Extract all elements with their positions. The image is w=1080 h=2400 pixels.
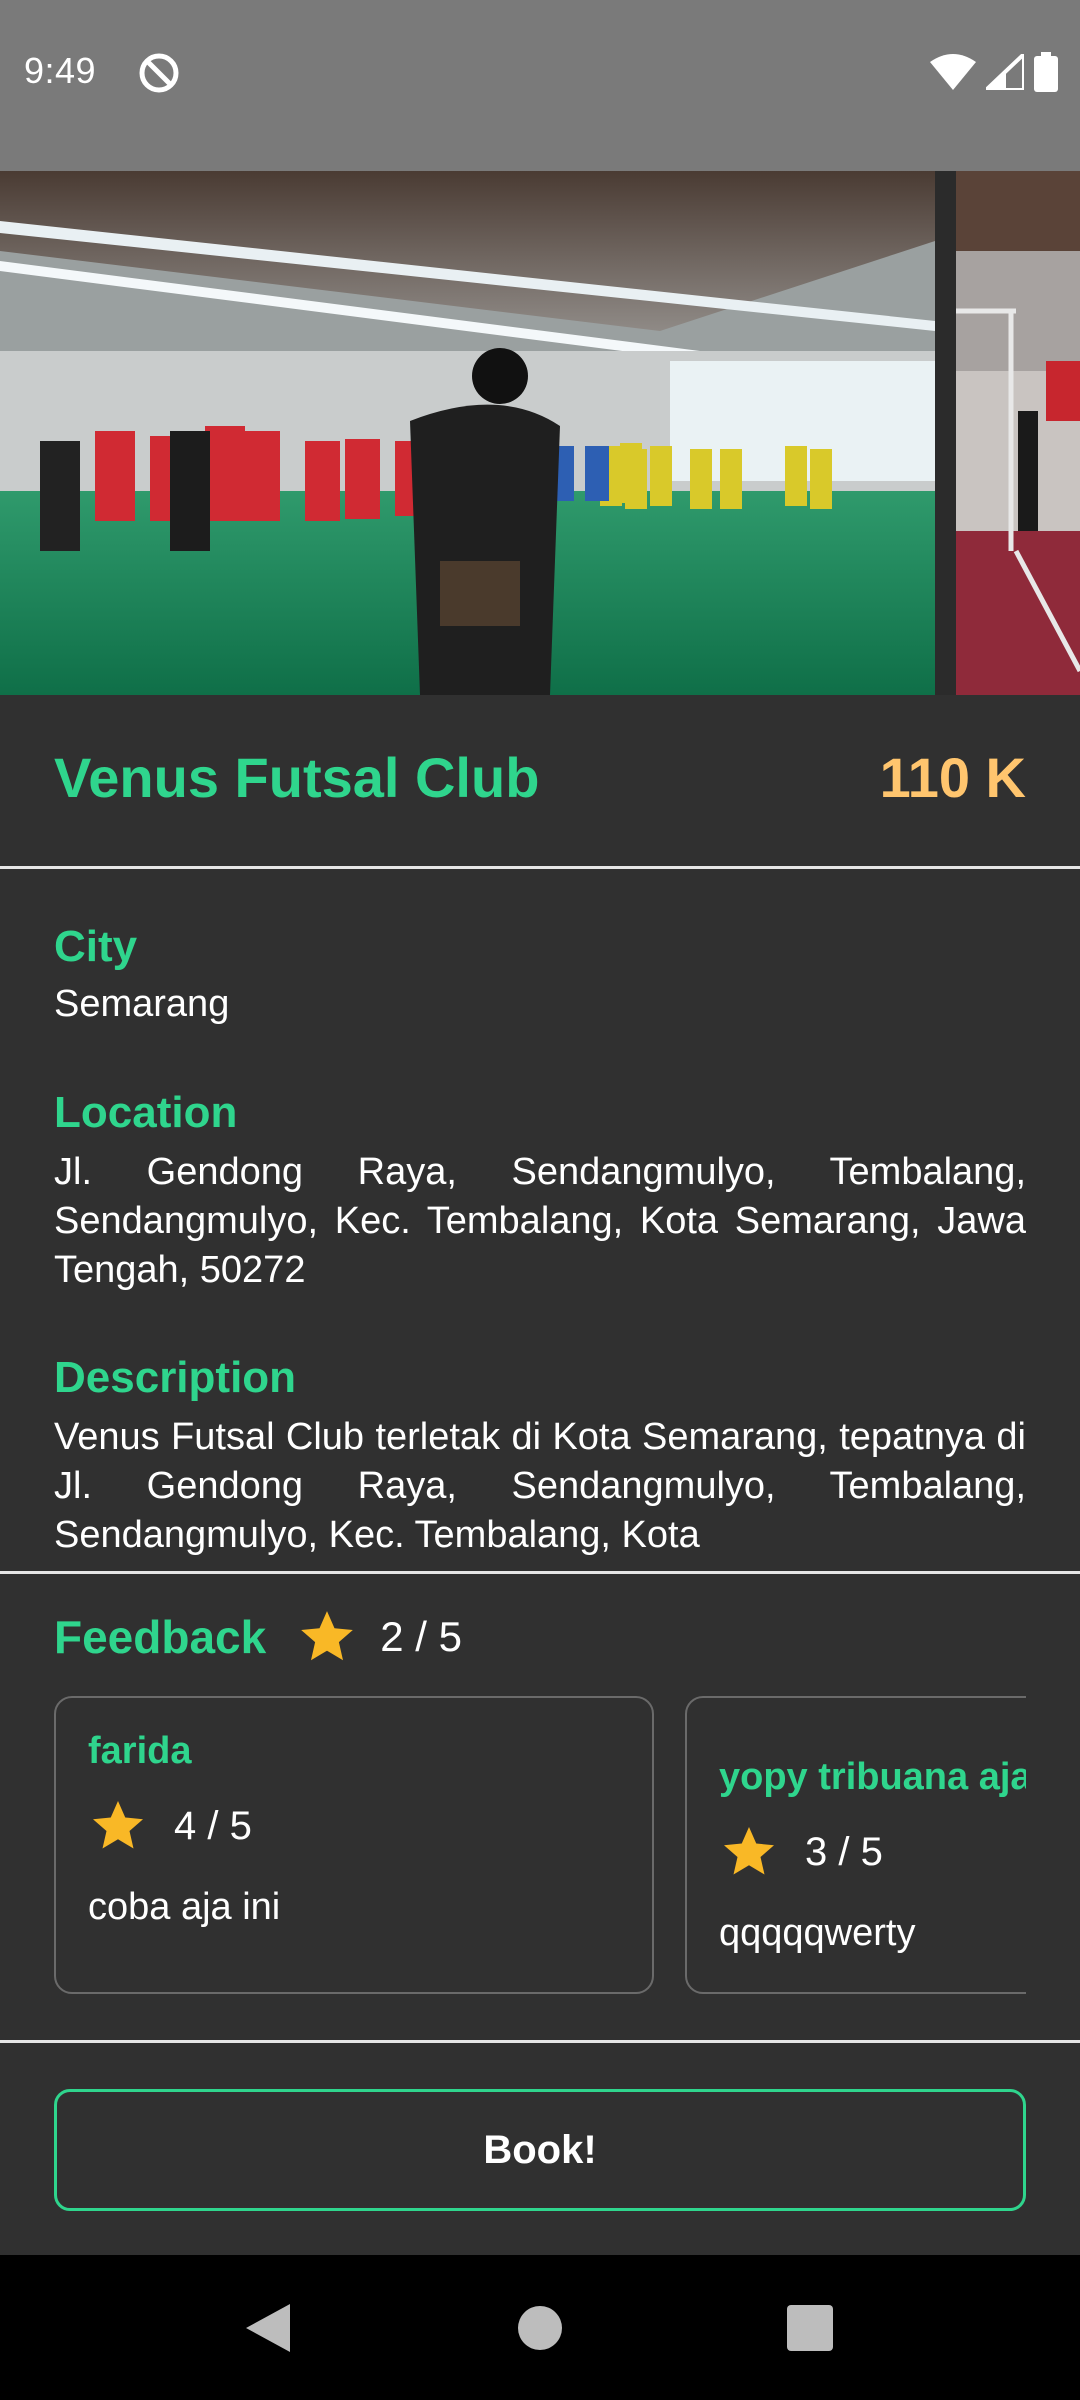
feedback-header: Feedback 2 / 5 <box>54 1605 462 1669</box>
city-value: Semarang <box>54 983 230 1025</box>
star-icon <box>301 1611 354 1661</box>
futsal-hall-photo[interactable] <box>0 171 935 695</box>
do-not-disturb-icon <box>139 53 179 93</box>
review-rating: 4 / 5 <box>88 1796 252 1856</box>
home-icon <box>518 2305 562 2350</box>
review-card[interactable]: farida 4 / 5 coba aja ini <box>54 1696 654 1994</box>
review-text: coba aja ini <box>88 1886 281 1928</box>
header-divider <box>0 866 1080 869</box>
nav-home-button[interactable] <box>480 2255 600 2400</box>
details-divider <box>0 1571 1080 1574</box>
venue-details[interactable]: City Semarang Location Jl. Gendong Raya,… <box>54 870 1026 1570</box>
description-label: Description <box>54 1353 297 1402</box>
feedback-average-rating: 2 / 5 <box>380 1613 462 1660</box>
review-list[interactable]: farida 4 / 5 coba aja ini yopy tribuana … <box>54 1696 1026 1996</box>
wifi-icon <box>930 54 976 90</box>
futsal-hall-image <box>0 171 935 695</box>
star-icon <box>93 1801 143 1849</box>
photo-gallery[interactable] <box>0 171 1080 695</box>
review-rating: 3 / 5 <box>719 1822 883 1882</box>
futsal-goal-image <box>956 171 1080 695</box>
venue-header: Venus Futsal Club 110 K <box>0 695 1080 867</box>
book-button[interactable]: Book! <box>54 2089 1026 2211</box>
location-value: Jl. Gendong Raya, Sendangmulyo, Tembalan… <box>54 1151 1026 1291</box>
nav-back-button[interactable] <box>208 2255 328 2400</box>
status-time: 9:49 <box>24 50 97 91</box>
review-rating-value: 3 / 5 <box>805 1829 883 1874</box>
review-rating-value: 4 / 5 <box>174 1803 252 1848</box>
city-label: City <box>54 922 138 971</box>
reviewer-name: yopy tribuana aja <box>719 1756 1026 1798</box>
back-icon <box>246 2303 290 2352</box>
status-bar: 9:49 <box>0 0 1080 171</box>
venue-name: Venus Futsal Club <box>54 746 540 809</box>
review-text: qqqqqwerty <box>719 1912 916 1954</box>
nav-recents-button[interactable] <box>750 2255 870 2400</box>
feedback-title: Feedback <box>54 1611 267 1663</box>
recents-icon <box>787 2304 833 2351</box>
reviewer-name: farida <box>88 1730 192 1772</box>
location-label: Location <box>54 1088 238 1137</box>
cell-signal-icon <box>986 54 1024 90</box>
star-icon <box>724 1827 774 1875</box>
venue-price: 110 K <box>879 746 1026 809</box>
navigation-bar <box>0 2255 1080 2400</box>
description-value: Venus Futsal Club terletak di Kota Semar… <box>54 1416 1026 1556</box>
review-card[interactable]: yopy tribuana aja 3 / 5 qqqqqwerty <box>685 1696 1026 1994</box>
book-area: Book! <box>0 2043 1080 2255</box>
futsal-goal-photo[interactable] <box>956 171 1080 695</box>
battery-icon <box>1034 52 1058 92</box>
status-icons <box>930 52 1058 92</box>
